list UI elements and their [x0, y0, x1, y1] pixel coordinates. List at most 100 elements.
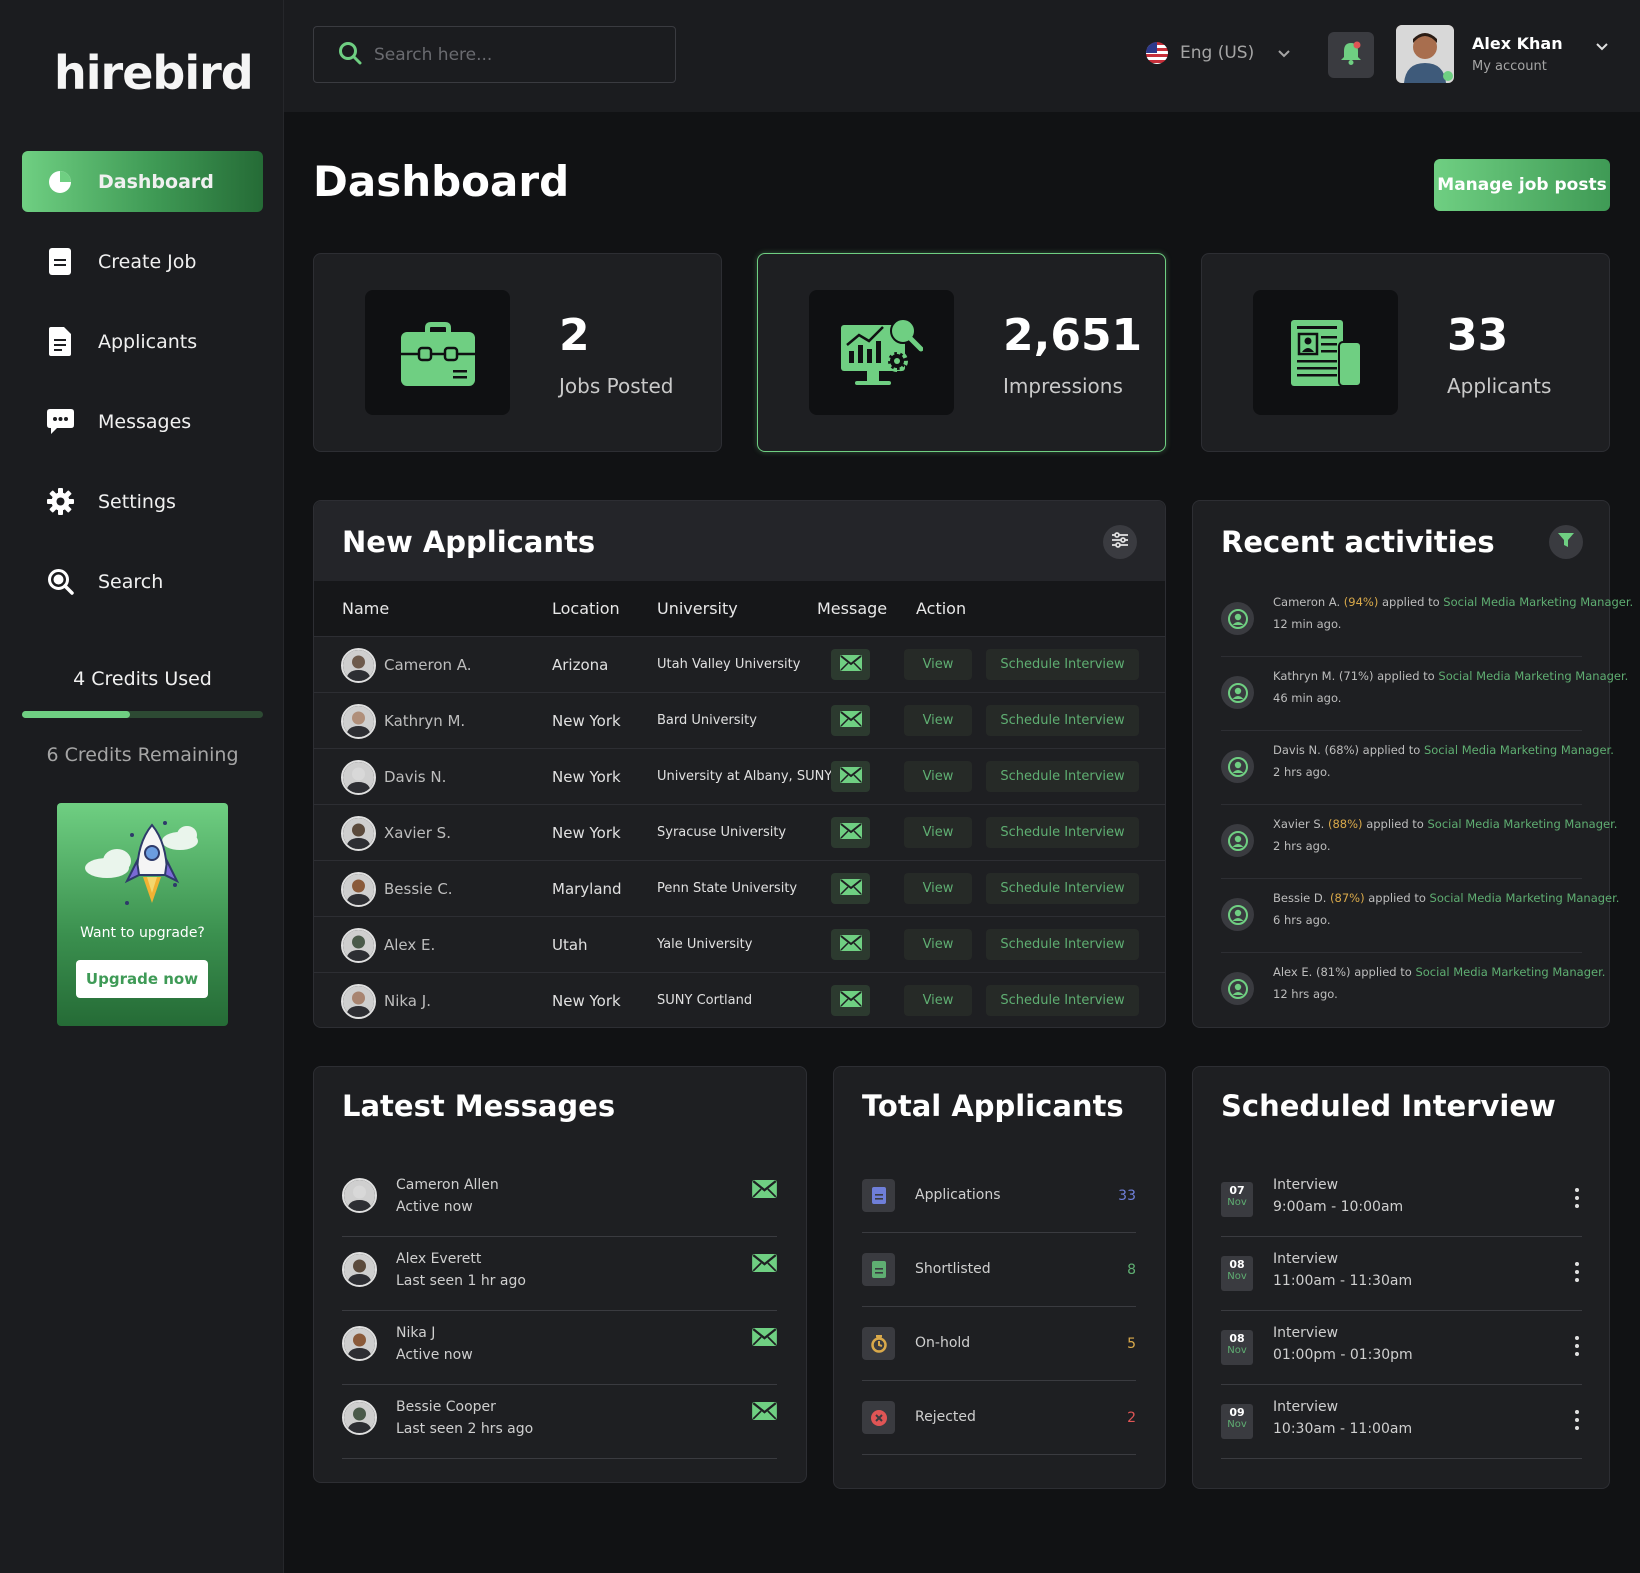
sidebar-item-settings[interactable]: Settings [22, 471, 263, 532]
activity-item[interactable]: Alex E. (81%) applied to Social Media Ma… [1221, 953, 1605, 1027]
hourglass-icon [862, 1327, 895, 1360]
avatar [341, 760, 376, 795]
rocket-illustration [85, 821, 198, 905]
sidebar-item-search[interactable]: Search [22, 551, 263, 612]
upgrade-button[interactable]: Upgrade now [76, 960, 208, 998]
avatar [342, 1326, 377, 1361]
settings-filter-button[interactable] [1103, 525, 1137, 559]
total-item[interactable]: On-hold 5 [862, 1307, 1136, 1381]
interview-item[interactable]: 08 Nov Interview 01:00pm - 01:30pm [1221, 1311, 1582, 1385]
sidebar-item-applicants[interactable]: Applicants [22, 311, 263, 372]
activity-item[interactable]: Davis N. (68%) applied to Social Media M… [1221, 731, 1614, 805]
message-item[interactable]: Bessie Cooper Last seen 2 hrs ago [342, 1385, 777, 1459]
total-item[interactable]: Shortlisted 8 [862, 1233, 1136, 1307]
activity-name: Xavier S. [1273, 817, 1325, 831]
activity-score: (71%) [1338, 669, 1374, 683]
message-button[interactable] [831, 817, 870, 848]
sidebar-item-create-job[interactable]: Create Job [22, 231, 263, 292]
schedule-interview-button[interactable]: Schedule Interview [986, 705, 1139, 736]
activity-job-link[interactable]: Social Media Marketing Manager. [1430, 891, 1620, 905]
user-icon [1221, 602, 1254, 635]
activity-item[interactable]: Bessie D. (87%) applied to Social Media … [1221, 879, 1619, 953]
activity-text: Alex E. (81%) applied to Social Media Ma… [1273, 965, 1605, 979]
message-button[interactable] [831, 761, 870, 792]
activity-job-link[interactable]: Social Media Marketing Manager. [1415, 965, 1605, 979]
total-item[interactable]: Rejected 2 [862, 1381, 1136, 1455]
chat-bubble-icon [46, 408, 74, 436]
interview-item[interactable]: 09 Nov Interview 10:30am - 11:00am [1221, 1385, 1582, 1459]
filter-button[interactable] [1549, 525, 1583, 559]
interview-label: Interview [1273, 1325, 1339, 1341]
view-button[interactable]: View [904, 649, 972, 680]
manage-job-posts-button[interactable]: Manage job posts [1434, 159, 1610, 211]
logo[interactable]: hirebird [54, 46, 254, 100]
message-button[interactable] [831, 705, 870, 736]
interview-item[interactable]: 08 Nov Interview 11:00am - 11:30am [1221, 1237, 1582, 1311]
search-input[interactable]: Search here... [313, 26, 676, 83]
table-row: Nika J. New York SUNY Cortland View Sche… [314, 972, 1165, 1028]
message-button[interactable] [831, 649, 870, 680]
filter-icon [1557, 531, 1575, 553]
avatar[interactable] [1396, 25, 1454, 83]
activity-job-link[interactable]: Social Media Marketing Manager. [1443, 595, 1633, 609]
message-button[interactable] [831, 929, 870, 960]
notification-button[interactable] [1328, 32, 1374, 78]
activity-job-link[interactable]: Social Media Marketing Manager. [1438, 669, 1628, 683]
mail-icon[interactable] [752, 1180, 777, 1202]
view-button[interactable]: View [904, 705, 972, 736]
mail-icon[interactable] [752, 1402, 777, 1424]
avatar [342, 1400, 377, 1435]
bell-icon [1340, 41, 1362, 69]
activity-item[interactable]: Cameron A. (94%) applied to Social Media… [1221, 583, 1633, 657]
view-button[interactable]: View [904, 873, 972, 904]
message-item[interactable]: Alex Everett Last seen 1 hr ago [342, 1237, 777, 1311]
activity-item[interactable]: Kathryn M. (71%) applied to Social Media… [1221, 657, 1628, 731]
message-item[interactable]: Nika J Active now [342, 1311, 777, 1385]
sidebar-item-label: Messages [98, 410, 192, 433]
schedule-interview-button[interactable]: Schedule Interview [986, 873, 1139, 904]
schedule-interview-button[interactable]: Schedule Interview [986, 929, 1139, 960]
stat-card-applicants[interactable]: 33 Applicants [1201, 253, 1610, 452]
stat-card-impressions[interactable]: 2,651 Impressions [757, 253, 1166, 452]
total-item[interactable]: Applications 33 [862, 1159, 1136, 1233]
schedule-interview-button[interactable]: Schedule Interview [986, 649, 1139, 680]
sidebar-item-dashboard[interactable]: Dashboard [22, 151, 263, 212]
message-item[interactable]: Cameron Allen Active now [342, 1163, 777, 1237]
stat-label: Jobs Posted [559, 374, 674, 398]
more-vertical-icon[interactable] [1572, 1183, 1582, 1213]
view-button[interactable]: View [904, 929, 972, 960]
message-status: Active now [396, 1199, 473, 1215]
user-info[interactable]: Alex Khan My account [1472, 34, 1563, 74]
more-vertical-icon[interactable] [1572, 1405, 1582, 1435]
activity-item[interactable]: Xavier S. (88%) applied to Social Media … [1221, 805, 1617, 879]
message-button[interactable] [831, 873, 870, 904]
date-month: Nov [1227, 1345, 1247, 1356]
credits-progress-bar [22, 711, 263, 718]
applicant-university: Syracuse University [657, 825, 787, 840]
schedule-interview-button[interactable]: Schedule Interview [986, 985, 1139, 1016]
activity-score: (81%) [1315, 965, 1351, 979]
chevron-down-icon[interactable] [1596, 36, 1608, 55]
avatar [341, 984, 376, 1019]
search-placeholder: Search here... [374, 44, 493, 65]
stat-card-jobs[interactable]: 2 Jobs Posted [313, 253, 722, 452]
message-button[interactable] [831, 985, 870, 1016]
more-vertical-icon[interactable] [1572, 1331, 1582, 1361]
interview-item[interactable]: 07 Nov Interview 9:00am - 10:00am [1221, 1163, 1582, 1237]
credits-remaining: 6 Credits Remaining [46, 744, 239, 766]
mail-icon[interactable] [752, 1328, 777, 1350]
more-vertical-icon[interactable] [1572, 1257, 1582, 1287]
activity-job-link[interactable]: Social Media Marketing Manager. [1427, 817, 1617, 831]
applicant-university: Utah Valley University [657, 657, 801, 672]
schedule-interview-button[interactable]: Schedule Interview [986, 817, 1139, 848]
sidebar-item-messages[interactable]: Messages [22, 391, 263, 452]
view-button[interactable]: View [904, 817, 972, 848]
view-button[interactable]: View [904, 985, 972, 1016]
activity-job-link[interactable]: Social Media Marketing Manager. [1424, 743, 1614, 757]
mail-icon[interactable] [752, 1254, 777, 1276]
language-select[interactable]: Eng (US) [1146, 42, 1290, 64]
activity-score: (94%) [1343, 595, 1379, 609]
view-button[interactable]: View [904, 761, 972, 792]
schedule-interview-button[interactable]: Schedule Interview [986, 761, 1139, 792]
applicant-name: Xavier S. [384, 824, 451, 842]
